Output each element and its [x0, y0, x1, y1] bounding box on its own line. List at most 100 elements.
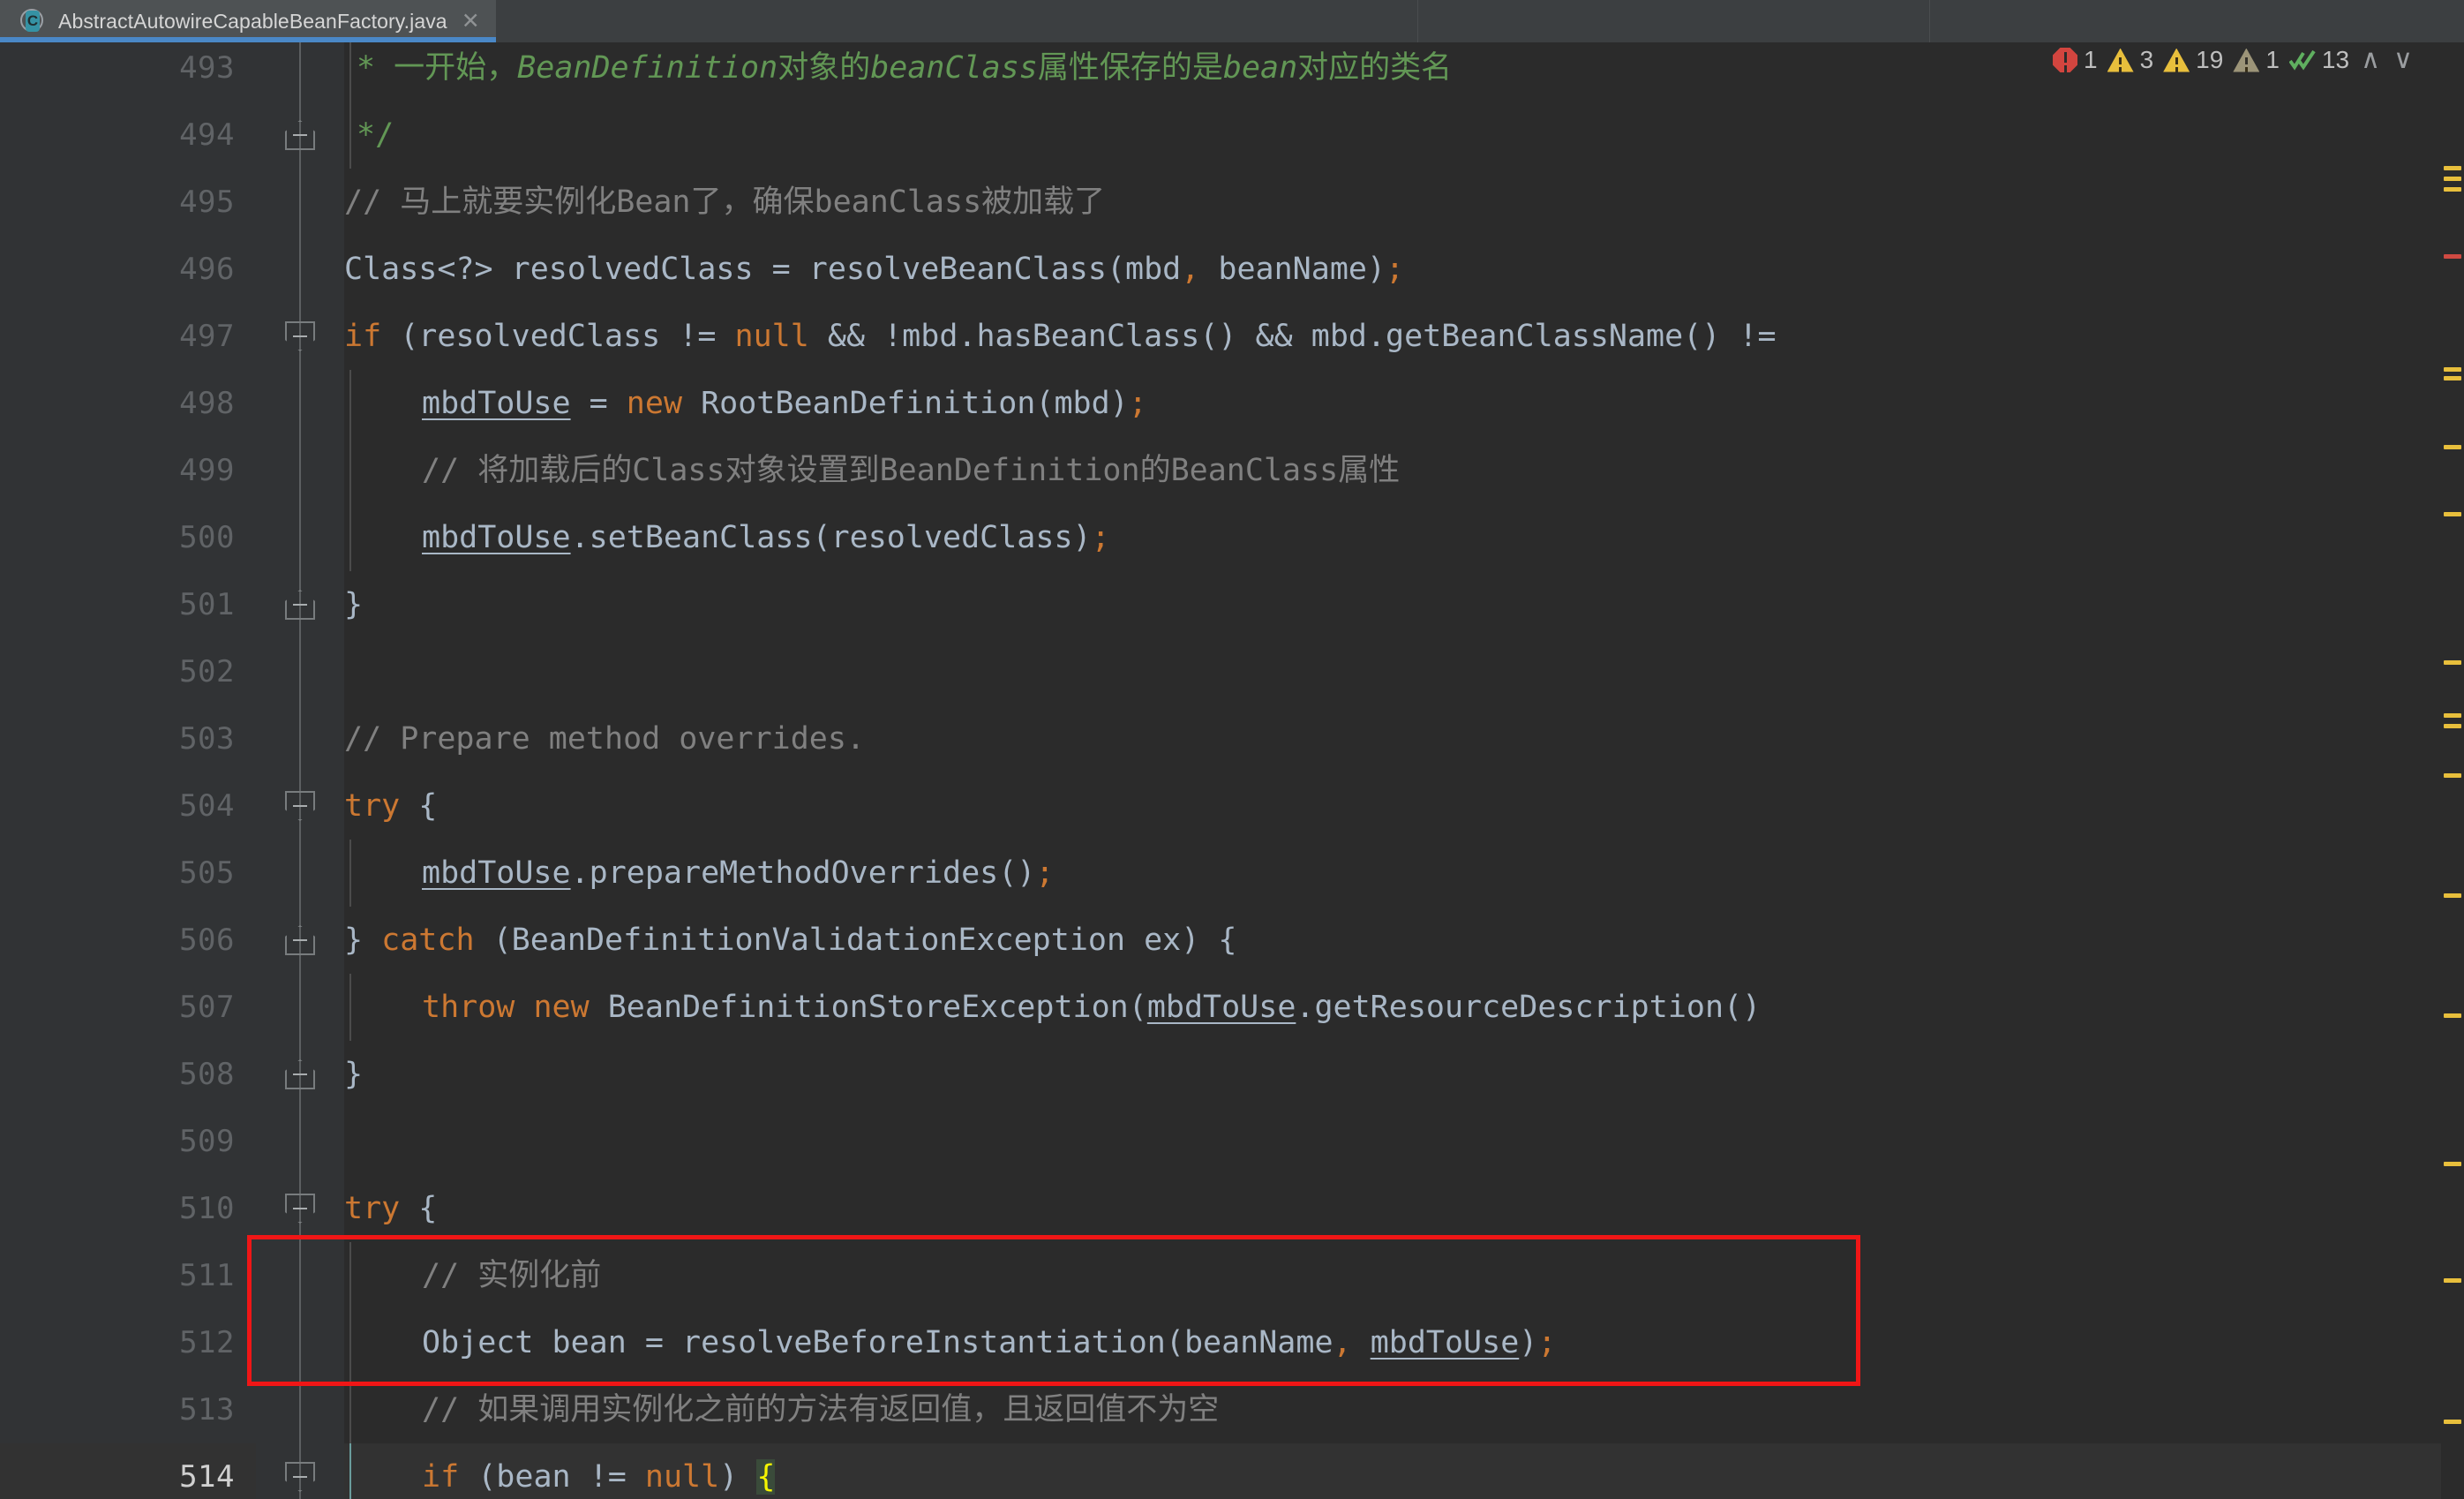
error-stripe-markers[interactable]	[2441, 42, 2464, 1499]
code-token: ;	[1091, 520, 1110, 555]
code-token: mbdToUse	[1370, 1325, 1520, 1360]
code-line-row[interactable]: try {	[344, 1175, 2464, 1242]
code-line-text[interactable]: * 一开始，BeanDefinition对象的beanClass属性保存的是be…	[357, 42, 1452, 102]
code-line-row[interactable]: } catch (BeanDefinitionValidationExcepti…	[344, 907, 2464, 974]
error-stripe-mark[interactable]	[2444, 254, 2461, 259]
grayed-count-group[interactable]: 1	[2233, 46, 2280, 74]
error-stripe-mark[interactable]	[2444, 773, 2461, 778]
code-line-text[interactable]: mbdToUse.setBeanClass(resolvedClass);	[422, 504, 1110, 571]
code-line-text[interactable]: // 实例化前	[422, 1242, 601, 1309]
code-line-text[interactable]: } catch (BeanDefinitionValidationExcepti…	[344, 907, 1236, 974]
editor-gutter[interactable]: 493 494 495 496 497 498 499 500 501 502 503 504 505 5…	[0, 42, 344, 1499]
chevron-down-icon[interactable]: ∨	[2392, 47, 2415, 73]
chevron-up-icon[interactable]: ∧	[2359, 47, 2382, 73]
error-stripe-mark[interactable]	[2444, 724, 2461, 728]
code-text-area[interactable]: * 一开始，BeanDefinition对象的beanClass属性保存的是be…	[344, 42, 2464, 1499]
code-line-row[interactable]: if (bean != null) {	[344, 1443, 2464, 1499]
error-stripe-mark[interactable]	[2444, 713, 2461, 718]
code-line-row[interactable]: // 将加载后的Class对象设置到BeanDefinition的BeanCla…	[344, 437, 2464, 504]
code-line-text[interactable]: mbdToUse.prepareMethodOverrides();	[422, 840, 1054, 907]
error-stripe-mark[interactable]	[2444, 376, 2461, 380]
warning-icon	[2107, 48, 2134, 72]
fold-end-icon[interactable]	[285, 120, 315, 150]
code-line-row[interactable]: // Prepare method overrides.	[344, 705, 2464, 772]
fold-start-icon[interactable]	[285, 1462, 315, 1492]
code-line-text[interactable]: // 马上就要实例化Bean了，确保beanClass被加载了	[344, 169, 1105, 236]
code-line-row[interactable]: Class<?> resolvedClass = resolveBeanClas…	[344, 236, 2464, 303]
code-token: ;	[1537, 1325, 1557, 1360]
editor-area[interactable]: 493 494 495 496 497 498 499 500 501 502 503 504 505 5…	[0, 42, 2464, 1499]
code-line-row[interactable]: // 马上就要实例化Bean了，确保beanClass被加载了	[344, 169, 2464, 236]
line-number: 498	[179, 386, 235, 421]
code-folding-column[interactable]	[256, 42, 344, 1499]
error-stripe-mark[interactable]	[2444, 893, 2461, 898]
error-stripe-mark[interactable]	[2444, 1162, 2461, 1166]
error-count-group[interactable]: 1	[2053, 46, 2098, 74]
editor-tab-bar: C AbstractAutowireCapableBeanFactory.jav…	[0, 0, 2464, 42]
ide-window: C AbstractAutowireCapableBeanFactory.jav…	[0, 0, 2464, 1499]
code-line-row[interactable]: }	[344, 571, 2464, 638]
error-stripe-mark[interactable]	[2444, 166, 2461, 170]
fold-end-icon[interactable]	[285, 1059, 315, 1089]
close-icon[interactable]: ✕	[460, 10, 480, 33]
line-number: 510	[179, 1191, 235, 1226]
code-line-row[interactable]: if (resolvedClass != null && !mbd.hasBea…	[344, 303, 2464, 370]
code-line-text[interactable]: }	[344, 571, 363, 638]
error-stripe-mark[interactable]	[2444, 445, 2461, 449]
code-line-row[interactable]: try {	[344, 772, 2464, 840]
code-line-text[interactable]: // 将加载后的Class对象设置到BeanDefinition的BeanCla…	[422, 437, 1400, 504]
line-number: 500	[179, 520, 235, 555]
code-line-row[interactable]: Object bean = resolveBeforeInstantiation…	[344, 1309, 2464, 1376]
error-stripe-mark[interactable]	[2444, 177, 2461, 181]
code-line-text[interactable]: */	[357, 102, 394, 169]
code-token: {	[400, 788, 438, 824]
error-stripe-mark[interactable]	[2444, 1013, 2461, 1018]
code-line-row[interactable]: */	[344, 102, 2464, 169]
fold-start-icon[interactable]	[285, 321, 315, 351]
code-line-row[interactable]: }	[344, 1041, 2464, 1108]
code-line-row[interactable]	[344, 638, 2464, 705]
code-line-row[interactable]: mbdToUse.setBeanClass(resolvedClass);	[344, 504, 2464, 571]
code-line-text[interactable]: Object bean = resolveBeforeInstantiation…	[422, 1309, 1556, 1376]
code-token: null	[644, 1459, 720, 1495]
code-line-text[interactable]: if (bean != null) {	[422, 1443, 776, 1499]
code-line-text[interactable]: throw new BeanDefinitionStoreException(m…	[422, 974, 1761, 1041]
line-number: 499	[179, 453, 235, 488]
fold-end-icon[interactable]	[285, 925, 315, 955]
code-line-text[interactable]: // 如果调用实例化之前的方法有返回值，且返回值不为空	[422, 1376, 1219, 1443]
error-stripe-mark[interactable]	[2444, 1278, 2461, 1283]
code-line-text[interactable]: Class<?> resolvedClass = resolveBeanClas…	[344, 236, 1404, 303]
code-line-text[interactable]: }	[344, 1041, 363, 1108]
fold-start-icon[interactable]	[285, 791, 315, 821]
java-class-icon: C	[19, 8, 46, 34]
gutter-row: 501	[0, 571, 256, 638]
error-stripe-mark[interactable]	[2444, 367, 2461, 372]
typo-count-group[interactable]: 13	[2288, 46, 2349, 74]
fold-end-icon[interactable]	[285, 590, 315, 620]
code-line-row[interactable]: throw new BeanDefinitionStoreException(m…	[344, 974, 2464, 1041]
code-line-text[interactable]: try {	[344, 1175, 437, 1242]
code-line-row[interactable]: // 如果调用实例化之前的方法有返回值，且返回值不为空	[344, 1376, 2464, 1443]
code-line-text[interactable]: try {	[344, 772, 437, 840]
line-number: 511	[179, 1258, 235, 1293]
error-stripe-mark[interactable]	[2444, 1420, 2461, 1424]
code-line-text[interactable]: if (resolvedClass != null && !mbd.hasBea…	[344, 303, 1777, 370]
code-token: mbdToUse	[422, 520, 571, 555]
error-stripe-mark[interactable]	[2444, 660, 2461, 665]
error-stripe-mark[interactable]	[2444, 187, 2461, 192]
inspection-status-widget[interactable]: 1 3 19 1 13 ∧ ∨	[2053, 46, 2415, 74]
indent-guide	[349, 370, 351, 437]
code-line-row[interactable]: mbdToUse = new RootBeanDefinition(mbd);	[344, 370, 2464, 437]
code-token: 属性保存的是	[1037, 50, 1223, 86]
weak-warning-count-group[interactable]: 19	[2163, 46, 2223, 74]
code-line-text[interactable]: mbdToUse = new RootBeanDefinition(mbd);	[422, 370, 1147, 437]
gutter-row: 505	[0, 840, 256, 907]
error-stripe-mark[interactable]	[2444, 512, 2461, 516]
code-line-row[interactable]	[344, 1108, 2464, 1175]
code-line-text[interactable]: // Prepare method overrides.	[344, 705, 865, 772]
line-number: 509	[179, 1124, 235, 1159]
code-line-row[interactable]: // 实例化前	[344, 1242, 2464, 1309]
warning-count-group[interactable]: 3	[2107, 46, 2153, 74]
fold-start-icon[interactable]	[285, 1194, 315, 1224]
code-line-row[interactable]: mbdToUse.prepareMethodOverrides();	[344, 840, 2464, 907]
